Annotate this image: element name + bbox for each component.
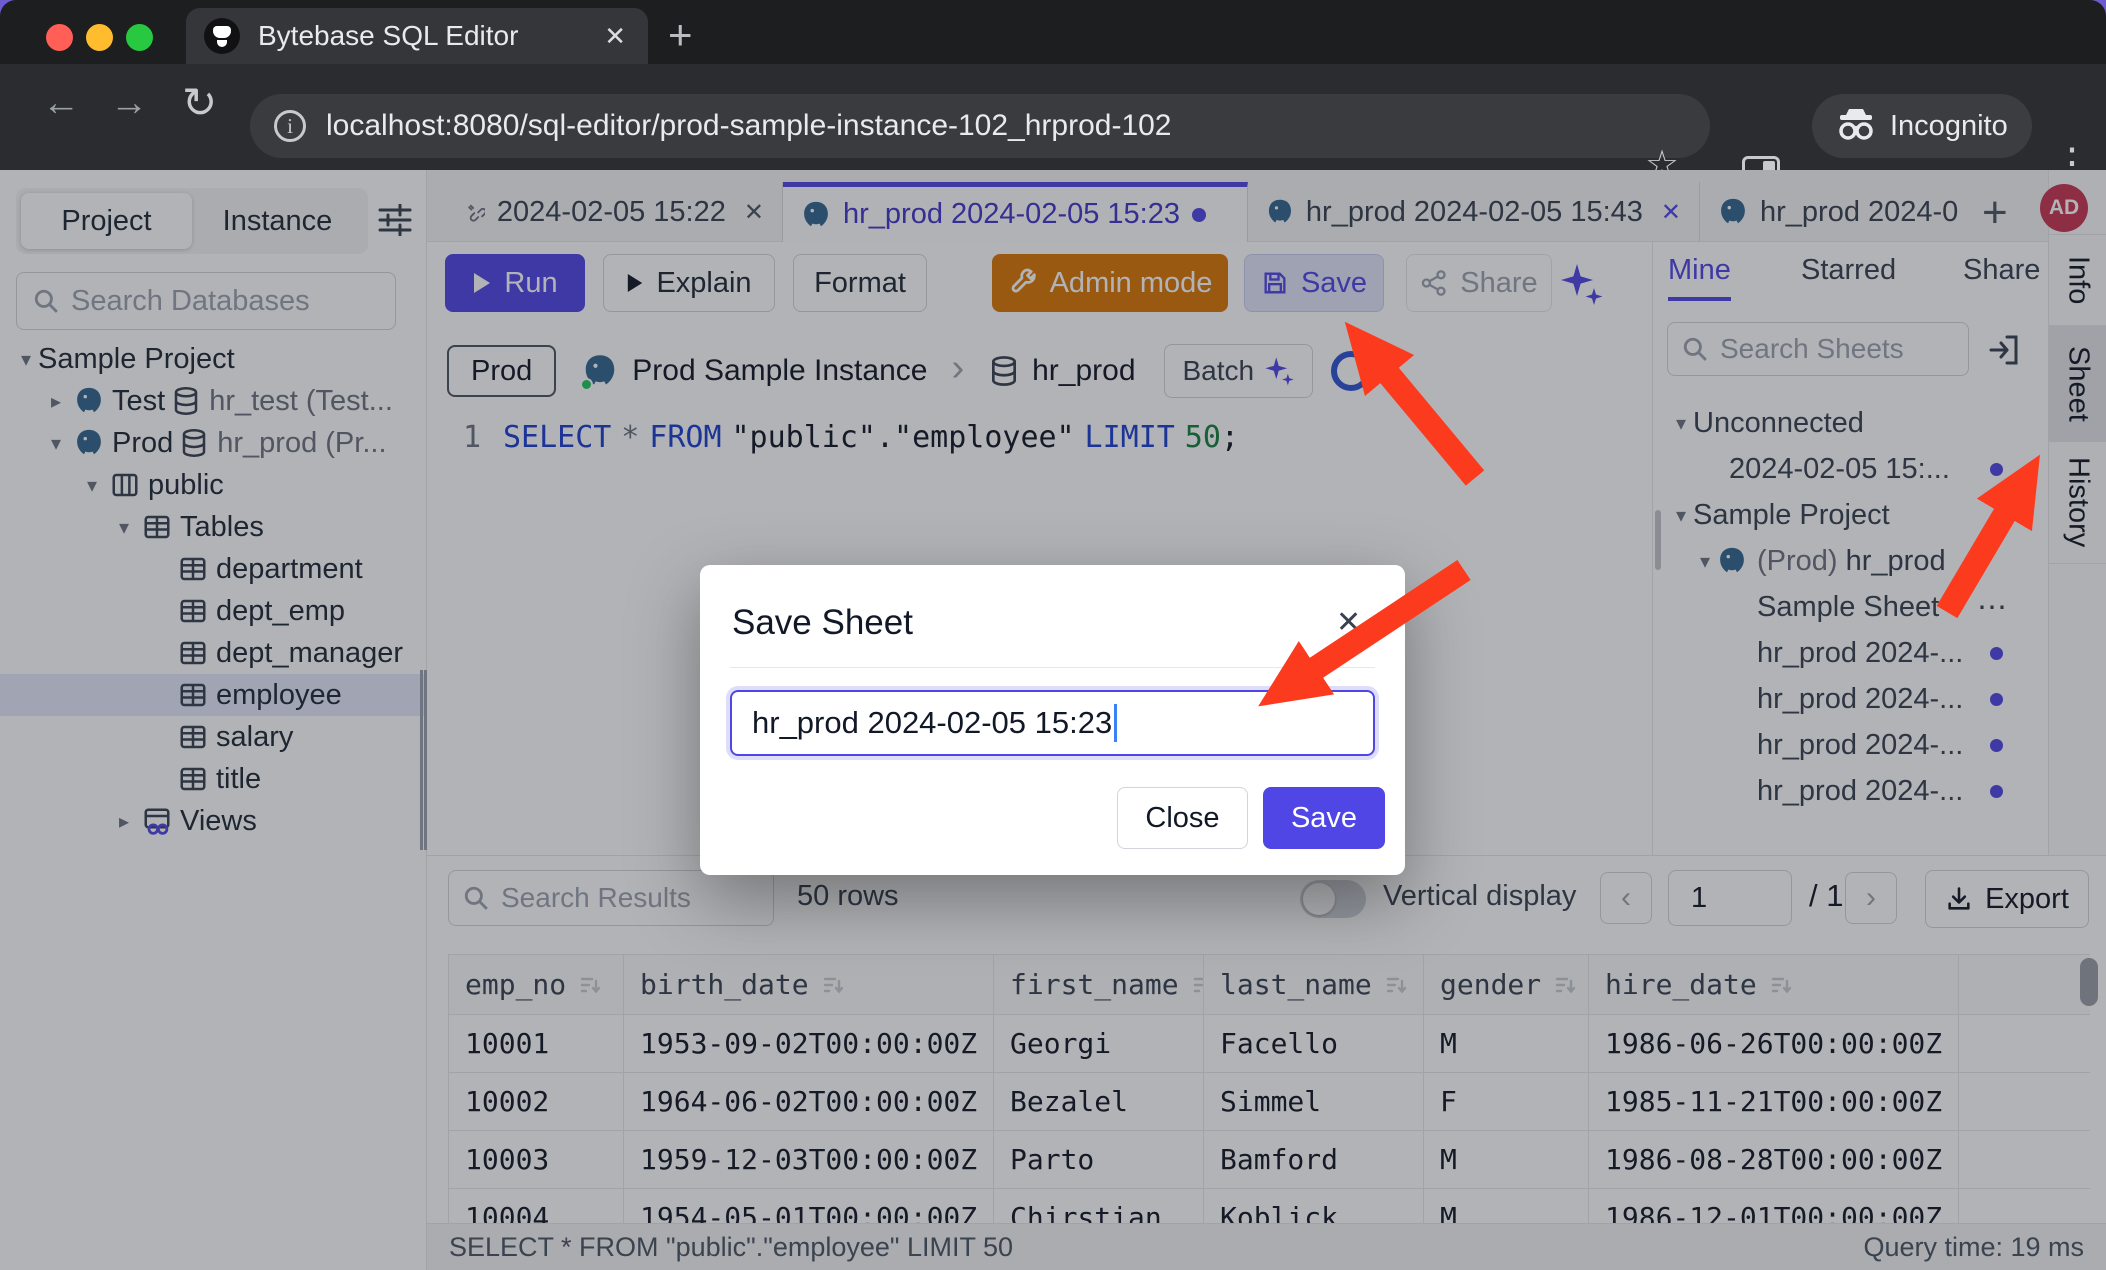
browser-tab[interactable]: Bytebase SQL Editor ✕ (186, 8, 648, 64)
browser-navbar: ← → ↻ i localhost:8080/sql-editor/prod-s… (0, 64, 2106, 170)
save-sheet-dialog: Save Sheet ✕ hr_prod 2024-02-05 15:23 Cl… (700, 565, 1405, 875)
incognito-label: Incognito (1890, 110, 2008, 143)
browser-tab-close-icon[interactable]: ✕ (600, 17, 630, 56)
dialog-save-button[interactable]: Save (1263, 787, 1385, 849)
dialog-close-button[interactable]: Close (1117, 787, 1248, 849)
incognito-badge: Incognito (1812, 94, 2032, 158)
reload-icon[interactable]: ↻ (182, 78, 217, 127)
url-bar[interactable]: i localhost:8080/sql-editor/prod-sample-… (250, 94, 1710, 158)
traffic-minimize-button[interactable] (86, 24, 113, 51)
back-icon[interactable]: ← (42, 82, 80, 125)
browser-tab-title: Bytebase SQL Editor (258, 20, 600, 52)
new-browser-tab-button[interactable]: + (668, 14, 693, 56)
traffic-close-button[interactable] (46, 24, 73, 51)
browser-chrome: Bytebase SQL Editor ✕ + ← → ↻ i localhos… (0, 0, 2106, 170)
traffic-zoom-button[interactable] (126, 24, 153, 51)
browser-titlebar: Bytebase SQL Editor ✕ + (0, 0, 2106, 64)
text-cursor (1114, 704, 1117, 742)
forward-icon[interactable]: → (110, 82, 148, 125)
dialog-close-icon[interactable]: ✕ (1336, 605, 1361, 640)
site-info-icon[interactable]: i (274, 110, 306, 142)
url-text: localhost:8080/sql-editor/prod-sample-in… (326, 109, 1172, 143)
screenshot-stage: Bytebase SQL Editor ✕ + ← → ↻ i localhos… (0, 0, 2106, 1270)
bytebase-favicon-icon (204, 18, 240, 54)
sheet-name-value: hr_prod 2024-02-05 15:23 (752, 705, 1112, 741)
incognito-icon (1836, 109, 1876, 143)
dialog-divider (730, 667, 1375, 668)
dialog-title: Save Sheet (732, 603, 913, 643)
sheet-name-input[interactable]: hr_prod 2024-02-05 15:23 (730, 690, 1375, 756)
